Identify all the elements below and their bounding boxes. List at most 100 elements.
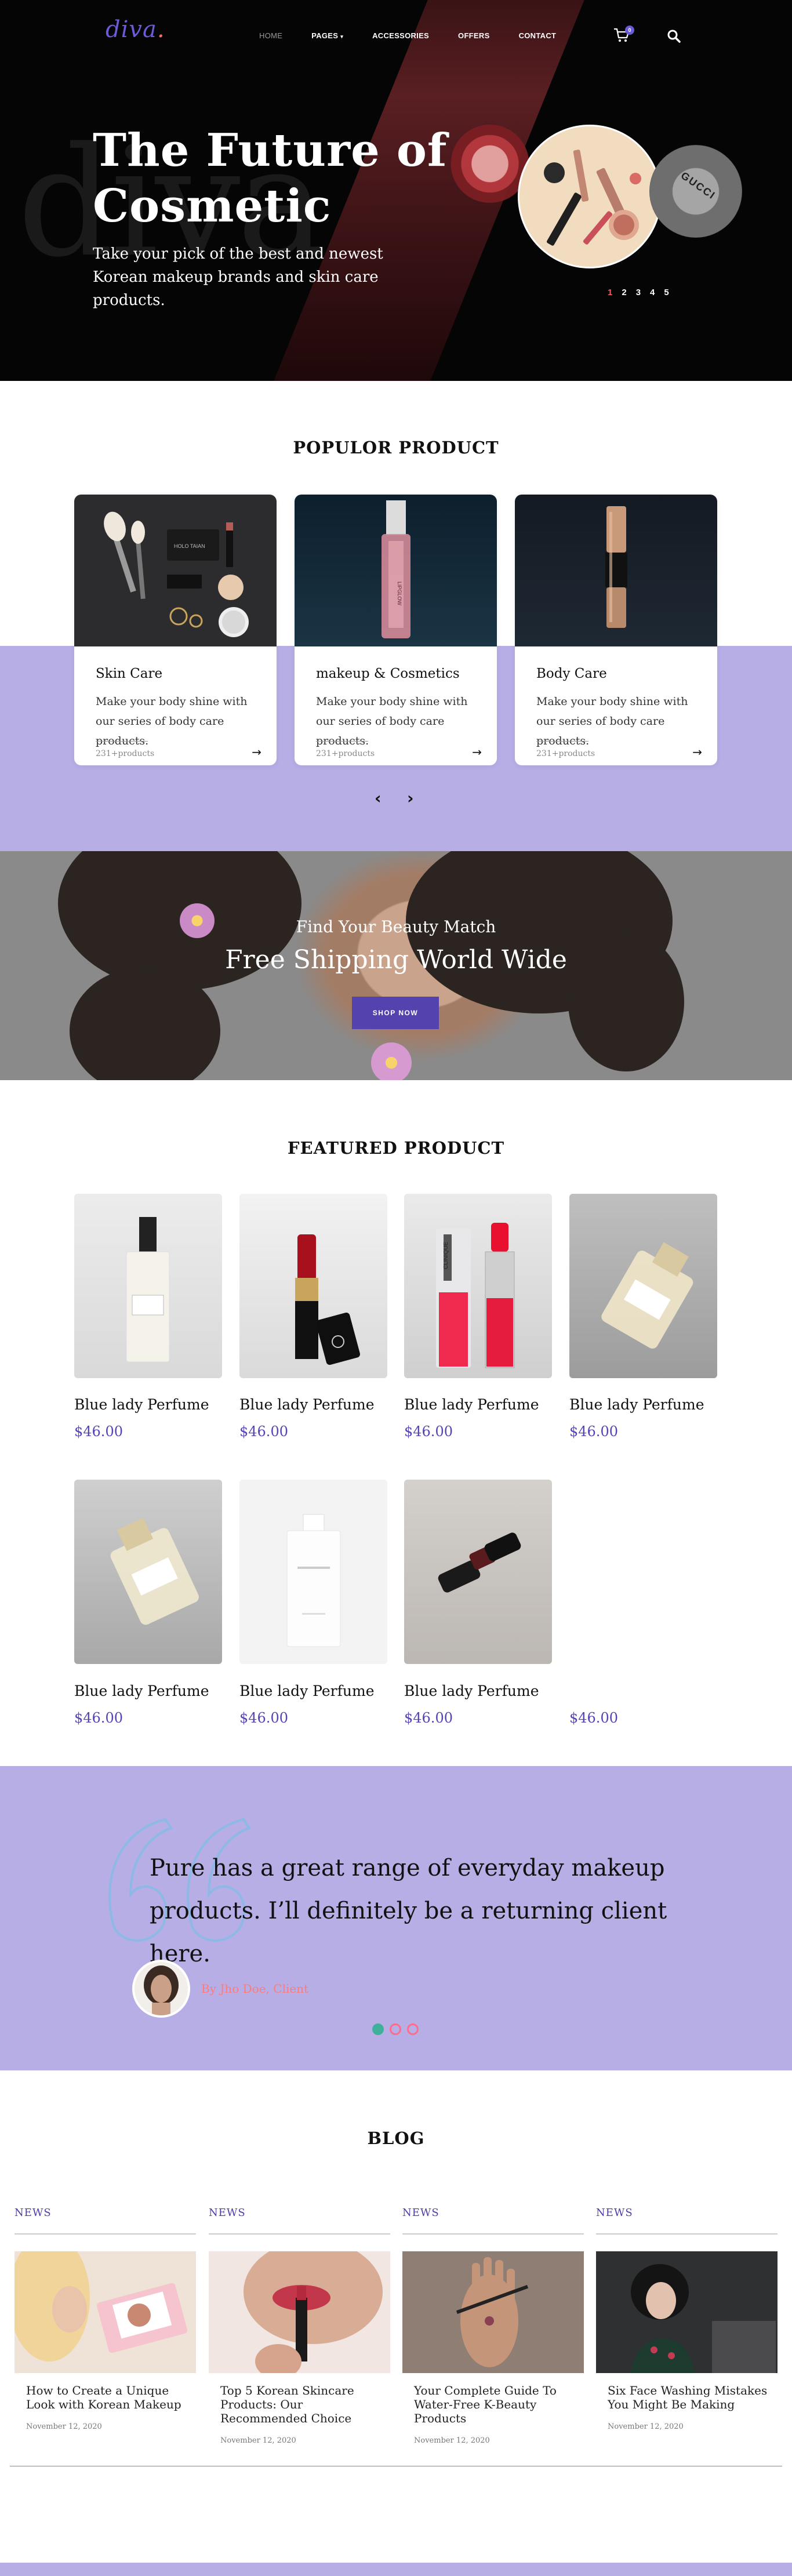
popular-title: POPULOR PRODUCT [293, 438, 499, 457]
blog-image[interactable] [14, 2251, 196, 2373]
product-card-count: 231+products [96, 749, 155, 758]
product-card-title: Body Care [536, 666, 607, 681]
page: diva diva. HOME PAGES ▾ ACCESSORIES OFFER… [0, 0, 792, 2576]
testimonial-dot[interactable] [407, 2023, 419, 2035]
avatar [132, 1960, 190, 2018]
blog-image[interactable] [402, 2251, 584, 2373]
featured-product-price: $46.00 [569, 1710, 618, 1726]
banner-subtitle: Find Your Beauty Match [296, 917, 496, 936]
product-card-desc: Make your body shine with our series of … [536, 695, 688, 747]
featured-product-image[interactable] [569, 1194, 717, 1378]
svg-text:LIPGLOW: LIPGLOW [397, 582, 402, 606]
nav-pages[interactable]: PAGES ▾ [311, 31, 343, 40]
featured-product-image[interactable] [239, 1194, 387, 1378]
slide-dot[interactable]: 3 [636, 288, 641, 297]
testimonial-pagination [372, 2023, 419, 2035]
arrow-right-icon[interactable]: → [472, 745, 482, 759]
product-card-count: 231+products [316, 749, 375, 758]
divider [596, 2233, 778, 2235]
product-card[interactable]: LIPGLOW makeup & Cosmetics Make your bod… [295, 495, 497, 765]
featured-title: FEATURED PRODUCT [287, 1138, 505, 1158]
featured-product-image[interactable] [239, 1480, 387, 1664]
featured-product-name[interactable]: Blue lady Perfume [404, 1396, 539, 1413]
cart-button[interactable]: 0 [613, 26, 634, 44]
testimonial-quote: Pure has a great range of everyday makeu… [150, 1855, 667, 1967]
product-card-desc: Make your body shine with our series of … [96, 695, 248, 747]
main-nav: HOME PAGES ▾ ACCESSORIES OFFERS CONTACT [259, 31, 585, 40]
featured-product-price: $46.00 [569, 1423, 618, 1440]
chevron-down-icon: ▾ [340, 34, 344, 39]
slide-dot[interactable]: 1 [608, 288, 612, 297]
nav-contact[interactable]: CONTACT [519, 31, 557, 40]
hero-slider-pagination: 1 2 3 4 5 [608, 288, 678, 297]
slide-dot[interactable]: 2 [622, 288, 626, 297]
featured-product-price: $46.00 [404, 1710, 453, 1726]
featured-product-name[interactable]: Blue lady Perfume [239, 1396, 374, 1413]
blog-post-date: November 12, 2020 [220, 2436, 296, 2445]
divider [536, 741, 588, 742]
blog-tag[interactable]: NEWS [402, 2207, 439, 2219]
featured-product-price: $46.00 [404, 1423, 453, 1440]
product-card[interactable]: Body Care Make your body shine with our … [515, 495, 717, 765]
nav-accessories[interactable]: ACCESSORIES [372, 31, 429, 40]
featured-product-name[interactable]: Blue lady Perfume [74, 1683, 209, 1699]
footer-band [0, 2563, 792, 2576]
nav-home[interactable]: HOME [259, 31, 282, 40]
search-icon [667, 30, 681, 43]
featured-product-name[interactable]: Blue lady Perfume [404, 1683, 539, 1699]
chevron-left-icon: ‹ [375, 789, 382, 808]
carousel-next-button[interactable]: › [407, 789, 414, 808]
search-button[interactable] [667, 29, 681, 43]
featured-product-image[interactable] [404, 1480, 552, 1664]
hero-subtitle: Take your pick of the best and newest Ko… [93, 245, 383, 309]
carousel-prev-button[interactable]: ‹ [375, 789, 382, 808]
blog-tag[interactable]: NEWS [596, 2207, 633, 2219]
featured-product-price: $46.00 [239, 1423, 288, 1440]
product-card-title: Skin Care [96, 666, 163, 681]
product-card-desc: Make your body shine with our series of … [316, 695, 468, 747]
blog-tag[interactable]: NEWS [14, 2207, 52, 2219]
blog-post-title[interactable]: Your Complete Guide To Water-Free K-Beau… [414, 2384, 576, 2425]
hero-title: The Future of Cosmetic [93, 124, 448, 232]
testimonial-dot[interactable] [390, 2023, 401, 2035]
svg-text:HOLO TAIAN: HOLO TAIAN [174, 543, 205, 549]
blog-post-title[interactable]: Top 5 Korean Skincare Products: Our Reco… [220, 2384, 383, 2425]
slide-dot[interactable]: 4 [650, 288, 655, 297]
blog-post-date: November 12, 2020 [608, 2422, 684, 2431]
slide-dot[interactable]: 5 [664, 288, 669, 297]
blog-post-title[interactable]: How to Create a Unique Look with Korean … [26, 2384, 188, 2411]
product-card-image: LIPGLOW [295, 495, 497, 646]
featured-product-image[interactable]: CLINIQUE [404, 1194, 552, 1378]
product-card-image [515, 495, 717, 646]
featured-product-name[interactable]: Blue lady Perfume [239, 1683, 374, 1699]
blog-image[interactable] [596, 2251, 778, 2373]
divider [96, 741, 148, 742]
featured-product-price: $46.00 [74, 1710, 123, 1726]
hero-cosmetics-image [518, 125, 662, 268]
divider [14, 2233, 196, 2235]
blog-post-date: November 12, 2020 [414, 2436, 490, 2445]
banner-title: Free Shipping World Wide [225, 945, 567, 975]
product-card[interactable]: HOLO TAIAN Skin Care Make your body shin… [74, 495, 277, 765]
hero-section: diva diva. HOME PAGES ▾ ACCESSORIES OFFER… [0, 0, 792, 381]
blog-title: BLOG [367, 2128, 425, 2148]
cart-count-badge: 0 [625, 26, 634, 35]
featured-product-price: $46.00 [74, 1423, 123, 1440]
featured-product-name[interactable]: Blue lady Perfume [569, 1396, 704, 1413]
blog-image[interactable] [209, 2251, 390, 2373]
divider [402, 2233, 584, 2235]
featured-product-image[interactable] [74, 1480, 222, 1664]
blog-post-title[interactable]: Six Face Washing Mistakes You Might Be M… [608, 2384, 770, 2411]
logo[interactable]: diva. [106, 16, 165, 43]
testimonial-author: By Jho Doe, Client [201, 1982, 309, 1996]
nav-offers[interactable]: OFFERS [458, 31, 490, 40]
arrow-right-icon[interactable]: → [692, 745, 702, 759]
blog-tag[interactable]: NEWS [209, 2207, 246, 2219]
svg-text:CLINIQUE: CLINIQUE [443, 1241, 449, 1269]
shop-now-button[interactable]: SHOP NOW [352, 997, 439, 1029]
testimonial-dot[interactable] [372, 2023, 384, 2035]
hero-gucci-image: GUCCI [649, 145, 742, 238]
arrow-right-icon[interactable]: → [252, 745, 261, 759]
featured-product-name[interactable]: Blue lady Perfume [74, 1396, 209, 1413]
featured-product-image[interactable] [74, 1194, 222, 1378]
